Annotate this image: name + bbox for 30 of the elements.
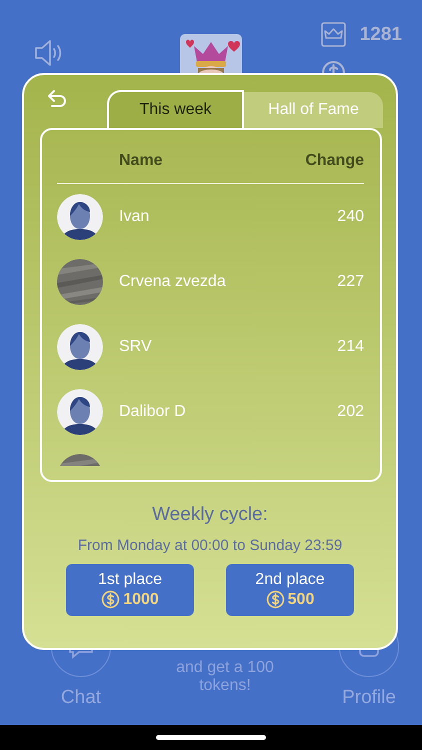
promo-text: and get a 100 tokens!	[175, 659, 275, 695]
player-name: Dalibor D	[119, 402, 186, 420]
prize-place: 1st place	[98, 571, 162, 589]
column-header: Name	[119, 152, 163, 171]
tab[interactable]: This week	[107, 90, 244, 128]
prize-amount: 500	[288, 590, 314, 608]
score-change: 202	[337, 402, 364, 420]
nav-label: Profile	[342, 687, 396, 709]
avatar-icon	[57, 194, 103, 240]
player-name: SRV	[119, 338, 152, 356]
nav-label: Chat	[60, 687, 102, 709]
prize-button[interactable]: 1st place 1000	[66, 564, 194, 616]
cycle-title: Weekly cycle:	[151, 504, 269, 526]
score-change: 240	[337, 208, 364, 226]
cycle-text: From Monday at 00:00 to Sunday 23:59	[76, 537, 344, 554]
player-name: Crvena zvezda	[119, 272, 226, 290]
coin-icon	[266, 590, 285, 609]
coin-icon	[320, 60, 346, 72]
prize-amount: 1000	[123, 590, 159, 608]
crown-icon	[320, 22, 346, 47]
stat-value: 1281	[360, 24, 402, 46]
avatar-icon	[57, 388, 103, 434]
prize-place: 2nd place	[255, 571, 325, 589]
score-change: 227	[337, 272, 364, 290]
column-header: Change	[305, 152, 364, 171]
coin-icon	[101, 590, 120, 609]
score-change: 214	[337, 338, 364, 356]
player-name: Ivan	[119, 208, 150, 226]
prize-button[interactable]: 2nd place 500	[226, 564, 354, 616]
avatar-icon	[57, 324, 103, 370]
